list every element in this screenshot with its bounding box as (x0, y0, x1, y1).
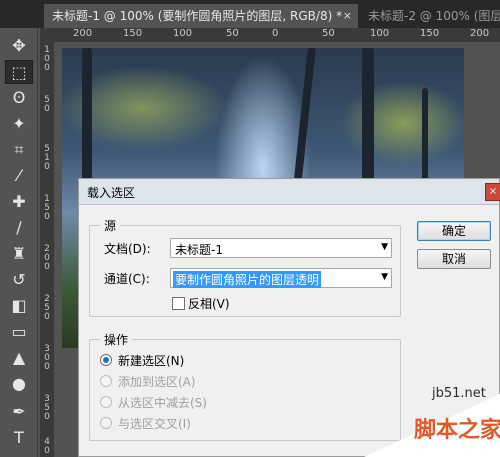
chevron-down-icon: ▼ (381, 242, 388, 252)
move-icon[interactable]: ✥ (5, 34, 33, 58)
add-to-selection-label[interactable]: 添加到选区(A) (118, 373, 196, 390)
vertical-ruler: 1 0 0 5 0 5 1 0 1 5 0 2 0 0 2 5 0 3 0 0 … (40, 42, 54, 457)
intersect-selection-label[interactable]: 与选区交叉(I) (118, 415, 191, 432)
ruler-tick: 100 (173, 28, 193, 39)
ruler-tick: 0 (44, 362, 50, 372)
tab-document-2[interactable]: 未标题-2 @ 100% (图层 (360, 4, 500, 28)
ruler-tick: 0 (44, 412, 50, 422)
ruler-tick: 0 (44, 104, 50, 114)
ruler-tick: 0 (44, 446, 50, 456)
new-selection-radio[interactable] (100, 354, 112, 366)
eyedropper-icon[interactable]: ⁄ (5, 164, 33, 188)
blur-icon[interactable]: ▲ (5, 346, 33, 370)
channel-label: 通道(C): (104, 272, 150, 286)
brush-icon[interactable]: ∕ (5, 216, 33, 240)
tab-document-2-label: 未标题-2 @ 100% (图层 (368, 9, 500, 23)
subtract-from-selection-label[interactable]: 从选区中减去(S) (118, 394, 207, 411)
channel-select-value: 要制作圆角照片的图层透明 (173, 271, 322, 288)
subtract-from-selection-radio[interactable] (100, 396, 112, 408)
horizontal-ruler: 200 150 100 50 0 50 100 150 200 (40, 28, 500, 42)
intersect-selection-radio[interactable] (100, 417, 112, 429)
channel-select[interactable]: 要制作圆角照片的图层透明 ▼ (170, 268, 392, 288)
document-label: 文档(D): (104, 242, 151, 256)
ruler-tick: 200 (470, 28, 490, 39)
add-to-selection-radio[interactable] (100, 375, 112, 387)
gradient-icon[interactable]: ▭ (5, 320, 33, 344)
site-watermark: jb51.net 脚本之家 (340, 380, 500, 457)
tab-document-1-label: 未标题-1 @ 100% (要制作圆角照片的图层, RGB/8) * (52, 9, 343, 23)
ruler-tick: 0 (44, 63, 50, 73)
new-selection-label[interactable]: 新建选区(N) (118, 352, 184, 369)
eraser-icon[interactable]: ◧ (5, 294, 33, 318)
document-select-value: 未标题-1 (175, 243, 223, 257)
source-group-legend: 源 (100, 217, 121, 234)
ruler-tick: 100 (370, 28, 390, 39)
ruler-tick: 0 (272, 28, 279, 39)
ruler-tick: 200 (73, 28, 93, 39)
ruler-tick: 0 (44, 312, 50, 322)
document-select[interactable]: 未标题-1 ▼ (170, 238, 392, 258)
clone-stamp-icon[interactable]: ♜ (5, 242, 33, 266)
healing-brush-icon[interactable]: ✚ (5, 190, 33, 214)
ruler-tick: 0 (44, 162, 50, 172)
lasso-icon[interactable]: ʘ (5, 86, 33, 110)
source-group: 源 文档(D): 未标题-1 ▼ 通道(C): 要制作圆角照片的图层透明 ▼ 反… (89, 217, 401, 317)
ruler-tick: 150 (123, 28, 143, 39)
marquee-icon[interactable]: ⬚ (5, 60, 33, 84)
ruler-tick: 0 (44, 212, 50, 222)
invert-label[interactable]: 反相(V) (188, 295, 230, 312)
tools-panel: ✥ ⬚ ʘ ✦ ⌗ ⁄ ✚ ∕ ♜ ↺ ◧ ▭ ▲ ● ✒ T (0, 28, 38, 457)
dialog-title: 载入选区 (87, 186, 136, 200)
pen-icon[interactable]: ✒ (5, 400, 33, 424)
watermark-url: jb51.net (432, 386, 486, 401)
watermark-name: 脚本之家 (414, 418, 500, 443)
document-tab-bar: 未标题-1 @ 100% (要制作圆角照片的图层, RGB/8) * × 未标题… (0, 0, 500, 28)
tab-close-icon[interactable]: × (343, 4, 352, 28)
magic-wand-icon[interactable]: ✦ (5, 112, 33, 136)
type-icon[interactable]: T (5, 426, 33, 450)
dodge-icon[interactable]: ● (5, 372, 33, 396)
cancel-button[interactable]: 取消 (417, 249, 491, 269)
operation-group-legend: 操作 (100, 331, 133, 348)
ruler-tick: 0 (44, 262, 50, 272)
ok-button[interactable]: 确定 (417, 221, 491, 241)
ruler-tick: 50 (322, 28, 335, 39)
crop-icon[interactable]: ⌗ (5, 138, 33, 162)
ruler-tick: 50 (226, 28, 239, 39)
dialog-title-bar[interactable]: 载入选区 × (79, 179, 500, 205)
close-icon[interactable]: × (485, 183, 500, 201)
tab-document-1[interactable]: 未标题-1 @ 100% (要制作圆角照片的图层, RGB/8) * × (44, 4, 358, 28)
chevron-down-icon: ▼ (381, 272, 388, 282)
history-brush-icon[interactable]: ↺ (5, 268, 33, 292)
invert-checkbox[interactable] (172, 297, 185, 310)
ruler-tick: 150 (420, 28, 440, 39)
